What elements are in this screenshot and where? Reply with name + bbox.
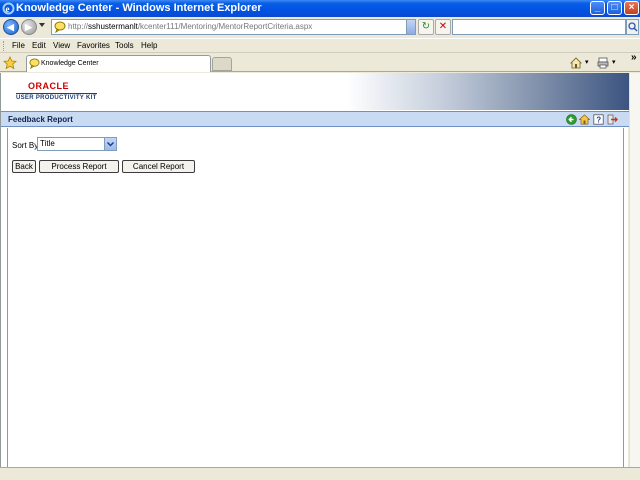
- tab-knowledge-center[interactable]: Knowledge Center: [26, 55, 211, 72]
- maximize-button[interactable]: □: [607, 1, 622, 15]
- recent-pages-dropdown[interactable]: [39, 23, 45, 27]
- url-path: /kcenter111/Mentoring/MentorReportCriter…: [137, 22, 313, 31]
- menu-favorites[interactable]: Favorites: [77, 40, 110, 52]
- print-dropdown-icon[interactable]: ▾: [612, 58, 616, 66]
- url-host: sshustermanlt: [88, 22, 138, 31]
- address-input[interactable]: http://sshustermanlt/kcenter111/Mentorin…: [51, 19, 415, 35]
- upk-header: ORACLE USER PRODUCTIVITY KIT: [1, 73, 629, 110]
- favorites-star-icon[interactable]: [3, 56, 17, 70]
- search-button[interactable]: [626, 19, 639, 35]
- back-button[interactable]: ◀: [3, 19, 19, 35]
- stop-button[interactable]: ✕: [435, 19, 451, 35]
- menu-edit[interactable]: Edit: [32, 40, 46, 52]
- refresh-icon: ↻: [421, 21, 431, 32]
- address-toolbar: ◀ ▶ http://sshustermanlt/kcenter111/Ment…: [0, 17, 640, 37]
- tab-bar: Knowledge Center ▾ ▾ »: [0, 52, 640, 72]
- address-text: http://sshustermanlt/kcenter111/Mentorin…: [68, 21, 312, 33]
- close-icon: ×: [628, 2, 635, 13]
- window-title: Knowledge Center - Windows Internet Expl…: [16, 2, 262, 14]
- cancel-report-button[interactable]: Cancel Report: [122, 160, 195, 173]
- toolbar-grip[interactable]: [3, 41, 5, 51]
- home-icon[interactable]: [570, 57, 582, 69]
- ie-logo-icon: e: [2, 2, 15, 15]
- back-button[interactable]: Back: [12, 160, 36, 173]
- svg-text:?: ?: [596, 116, 601, 125]
- refresh-button[interactable]: ↻: [418, 19, 434, 35]
- sort-dropdown-button[interactable]: [104, 138, 116, 150]
- vertical-scrollbar[interactable]: [629, 73, 640, 467]
- tab-label: Knowledge Center: [41, 60, 99, 67]
- page-title-bar: Feedback Report ?: [1, 111, 629, 127]
- page-title: Feedback Report: [8, 115, 73, 124]
- chevron-down-icon: [106, 141, 115, 147]
- go-back-icon[interactable]: [566, 114, 577, 125]
- address-dropdown-button[interactable]: [406, 19, 416, 35]
- page-content: ORACLE USER PRODUCTIVITY KIT Feedback Re…: [0, 73, 629, 467]
- report-criteria-form: Sort By Title Back Process Report Cancel…: [7, 128, 624, 467]
- process-report-button[interactable]: Process Report: [39, 160, 119, 173]
- minimize-button[interactable]: _: [590, 1, 605, 15]
- chevron-more-icon[interactable]: »: [631, 52, 637, 63]
- search-input[interactable]: [452, 19, 626, 35]
- window-titlebar: e Knowledge Center - Windows Internet Ex…: [0, 0, 640, 17]
- sort-by-label: Sort By: [12, 141, 39, 150]
- print-icon[interactable]: [597, 57, 609, 69]
- logout-icon[interactable]: [607, 114, 618, 125]
- upk-product-name: USER PRODUCTIVITY KIT: [16, 93, 97, 101]
- sort-by-value: Title: [40, 139, 55, 148]
- home-dropdown-icon[interactable]: ▾: [585, 58, 589, 66]
- magnifier-icon: [628, 22, 638, 32]
- forward-arrow-icon: ▶: [25, 22, 32, 32]
- help-icon[interactable]: ?: [593, 114, 604, 125]
- forward-button[interactable]: ▶: [21, 19, 37, 35]
- close-button[interactable]: ×: [624, 1, 639, 15]
- url-scheme: http://: [68, 22, 89, 31]
- menu-view[interactable]: View: [53, 40, 70, 52]
- svg-text:e: e: [6, 4, 10, 14]
- status-bar: [0, 467, 640, 480]
- tab-favicon-icon: [29, 58, 40, 69]
- maximize-icon: □: [611, 2, 618, 13]
- menu-bar: File Edit View Favorites Tools Help: [0, 38, 640, 53]
- page-favicon-icon: [54, 21, 66, 33]
- new-tab-button[interactable]: [212, 57, 232, 71]
- home-page-icon[interactable]: [579, 114, 590, 125]
- stop-icon: ✕: [438, 21, 448, 32]
- minimize-icon: _: [594, 2, 601, 13]
- sort-by-select[interactable]: Title: [37, 137, 117, 151]
- back-arrow-icon: ◀: [7, 22, 14, 32]
- oracle-logo: ORACLE: [28, 81, 69, 91]
- menu-file[interactable]: File: [12, 40, 25, 52]
- menu-help[interactable]: Help: [141, 40, 157, 52]
- menu-tools[interactable]: Tools: [115, 40, 134, 52]
